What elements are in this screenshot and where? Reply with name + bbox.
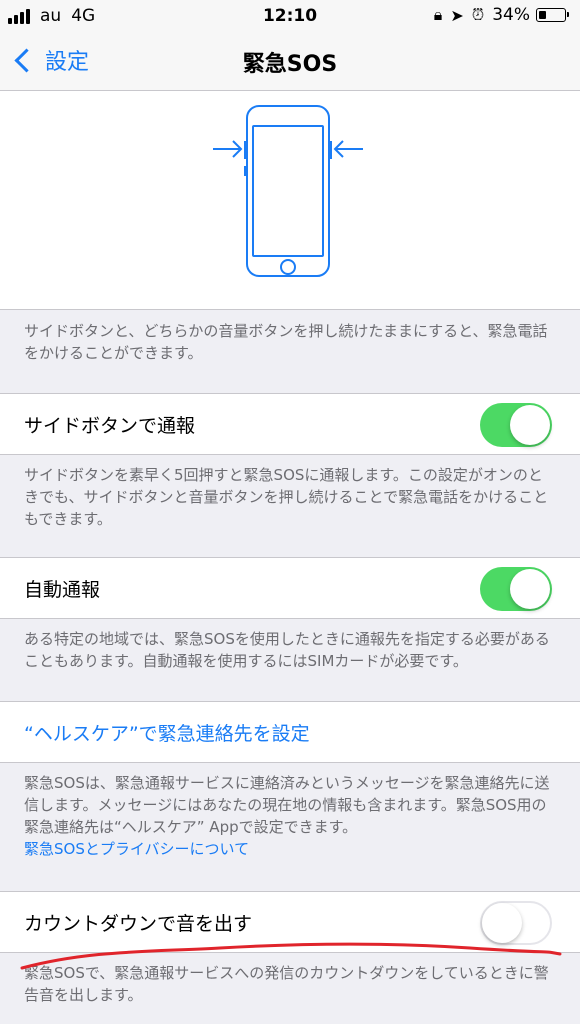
auto-call-description: ある特定の地域では、緊急SOSを使用したときに通報先を指定する必要があることもあ… [24, 630, 550, 670]
auto-call-label: 自動通報 [24, 579, 101, 601]
toggle-knob [482, 903, 522, 943]
countdown-sound-row: カウントダウンで音を出す [0, 891, 580, 953]
iphone-illustration [0, 91, 580, 310]
countdown-sound-label: カウントダウンで音を出す [24, 913, 253, 935]
intro-description: サイドボタンと、どちらかの音量ボタンを押し続けたままにすると、緊急電話をかけるこ… [24, 322, 548, 362]
alarm-icon: ⏰︎ [471, 5, 485, 24]
health-contacts-row[interactable]: “ヘルスケア”で緊急連絡先を設定 [0, 701, 580, 763]
page-title: 緊急SOS [242, 52, 338, 77]
health-contacts-link[interactable]: “ヘルスケア”で緊急連絡先を設定 [24, 719, 310, 746]
toggle-knob [510, 405, 550, 445]
toggle-knob [510, 569, 550, 609]
battery-percent: 34% [492, 5, 530, 25]
battery-icon [536, 8, 569, 22]
side-button-call-toggle[interactable] [480, 403, 552, 447]
health-description: 緊急SOSは、緊急通報サービスに連絡済みというメッセージを緊急連絡先に送信します… [24, 772, 554, 860]
status-bar: au 4G 12:10 🔒︎ ➤ ⏰︎ 34% [0, 0, 580, 32]
health-description-text: 緊急SOSは、緊急通報サービスに連絡済みというメッセージを緊急連絡先に送信します… [24, 774, 550, 836]
status-right: 🔒︎ ➤ ⏰︎ 34% [426, 5, 569, 25]
countdown-description: 緊急SOSで、緊急通報サービスへの発信のカウントダウンをしているときに警告音を出… [24, 964, 549, 1004]
side-button-description: サイドボタンを素早く5回押すと緊急SOSに通報します。この設定がオンのときでも、… [24, 466, 549, 528]
iphone-buttons-icon [213, 105, 363, 277]
side-button-call-row: サイドボタンで通報 [0, 393, 580, 455]
orientation-lock-icon: 🔒︎ [433, 5, 443, 24]
auto-call-row: 自動通報 [0, 557, 580, 619]
location-icon: ➤ [450, 5, 464, 25]
countdown-sound-toggle[interactable] [480, 901, 552, 945]
navigation-bar: 設定 緊急SOS [0, 32, 580, 91]
privacy-link[interactable]: 緊急SOSとプライバシーについて [24, 838, 554, 860]
side-button-call-label: サイドボタンで通報 [24, 415, 196, 437]
auto-call-toggle[interactable] [480, 567, 552, 611]
